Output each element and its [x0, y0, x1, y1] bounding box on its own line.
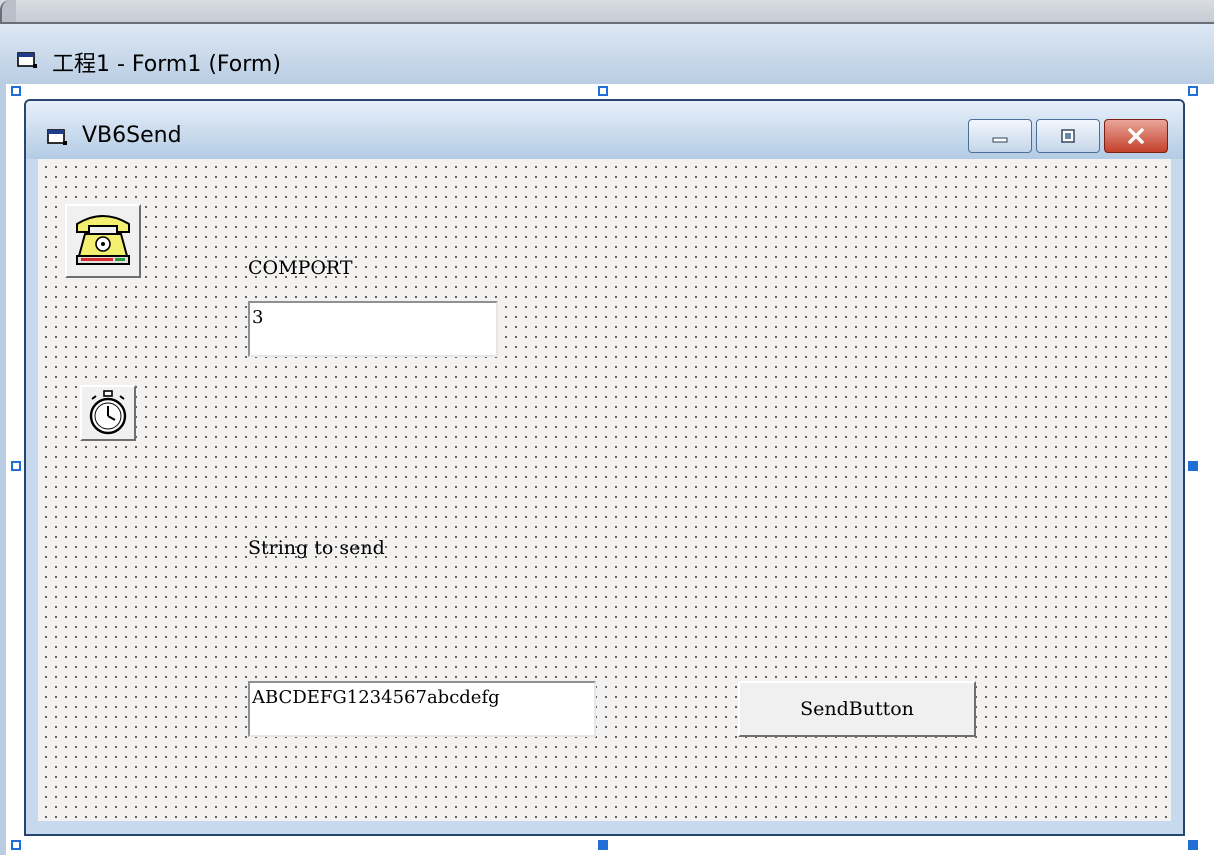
send-button[interactable]: SendButton [738, 681, 976, 737]
resize-handle-bottom[interactable] [598, 840, 608, 850]
form-icon [17, 52, 37, 68]
resize-handle-bottom-left[interactable] [11, 840, 21, 850]
stopwatch-icon [89, 390, 127, 435]
form-icon [47, 129, 67, 145]
resize-handle-top-right[interactable] [1188, 86, 1198, 96]
comport-textbox[interactable]: 3 [248, 301, 498, 357]
timer-control[interactable] [80, 385, 136, 441]
form-client-area[interactable]: COMPORT 3 String to send ABCDEFG1234567a… [38, 159, 1171, 821]
resize-handle-bottom-right[interactable] [1188, 840, 1198, 850]
left-scrollbar-edge [0, 84, 6, 855]
resize-handle-top[interactable] [598, 86, 608, 96]
minimize-button[interactable] [968, 119, 1032, 153]
close-icon [1128, 128, 1144, 144]
form-window[interactable]: VB6Send COMPORT 3 String to send ABCDEFG… [24, 99, 1185, 836]
maximize-icon [1061, 129, 1075, 143]
designer-title-bar: 工程1 - Form1 (Form) [0, 24, 1214, 84]
window-corner [0, 0, 16, 22]
resize-handle-top-left[interactable] [11, 86, 21, 96]
designer-title: 工程1 - Form1 (Form) [52, 52, 281, 77]
minimize-icon [992, 137, 1008, 143]
string-to-send-textbox[interactable]: ABCDEFG1234567abcdefg [248, 681, 596, 737]
mscomm-control[interactable] [65, 204, 141, 278]
telephone-icon [76, 215, 130, 265]
resize-handle-right[interactable] [1188, 461, 1198, 471]
close-button[interactable] [1104, 119, 1168, 153]
comport-label: COMPORT [248, 257, 353, 279]
maximize-button[interactable] [1036, 119, 1100, 153]
string-to-send-label: String to send [248, 537, 385, 559]
form-caption: VB6Send [82, 123, 182, 148]
resize-handle-left[interactable] [11, 461, 21, 471]
top-toolbar-strip [0, 0, 1214, 24]
form-title-bar[interactable]: VB6Send [26, 101, 1183, 159]
